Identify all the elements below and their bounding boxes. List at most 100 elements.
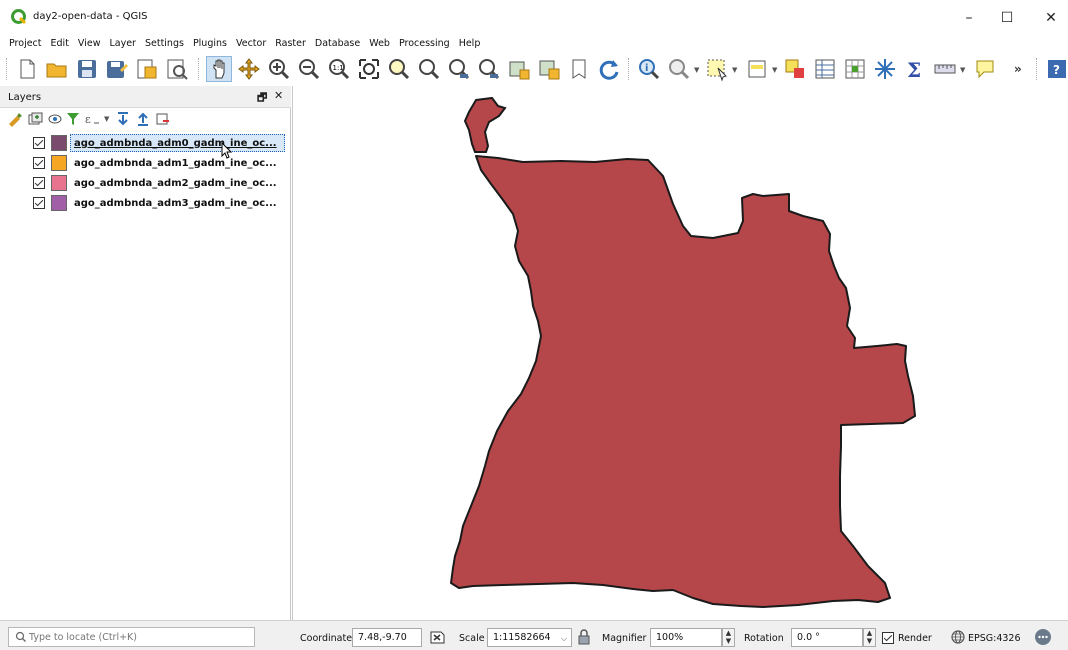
layer-row-adm0[interactable]: ago_admbnda_adm0_gadm_ine_oc...: [33, 134, 277, 152]
help-icon[interactable]: ?: [1044, 56, 1068, 82]
magnifier-field[interactable]: 100%: [650, 628, 722, 647]
open-attribute-table-icon[interactable]: [812, 56, 838, 82]
layer-visibility-checkbox[interactable]: [33, 137, 45, 149]
map-canvas[interactable]: [292, 86, 1068, 620]
layers-panel-header: Layers 🗗 ✕: [0, 86, 291, 108]
search-icon: [15, 631, 26, 642]
layer-name: ago_admbnda_adm3_gadm_ine_oc...: [74, 197, 277, 209]
menu-web[interactable]: Web: [369, 38, 390, 49]
layer-visibility-checkbox[interactable]: [33, 157, 45, 169]
collapse-all-icon[interactable]: [135, 111, 151, 127]
scale-field[interactable]: 1:11582664: [487, 628, 572, 647]
open-layer-styling-icon[interactable]: [7, 111, 23, 127]
menu-plugins[interactable]: Plugins: [193, 38, 227, 49]
select-features-icon[interactable]: [704, 56, 730, 82]
menu-vector[interactable]: Vector: [236, 38, 266, 49]
measure-line-icon[interactable]: [932, 56, 958, 82]
layer-symbol-swatch: [51, 135, 67, 151]
layer-visibility-checkbox[interactable]: [33, 197, 45, 209]
new-project-icon[interactable]: [14, 56, 40, 82]
select-by-value-icon[interactable]: [744, 56, 770, 82]
toolbar-overflow-icon[interactable]: »: [1014, 62, 1022, 76]
refresh-icon[interactable]: [596, 56, 622, 82]
rotation-field[interactable]: 0.0 °: [791, 628, 863, 647]
layers-toolbar: ε ▼: [0, 108, 291, 130]
map-tips-icon[interactable]: [972, 56, 998, 82]
menu-database[interactable]: Database: [315, 38, 360, 49]
rotation-spinner[interactable]: ▲ ▼: [863, 628, 876, 647]
pan-to-selection-icon[interactable]: [236, 56, 262, 82]
minimize-button[interactable]: –: [952, 6, 986, 30]
zoom-last-icon[interactable]: [446, 56, 472, 82]
menu-edit[interactable]: Edit: [51, 38, 69, 49]
layer-name: ago_admbnda_adm1_gadm_ine_oc...: [74, 157, 277, 169]
zoom-to-layer-icon[interactable]: [416, 56, 442, 82]
zoom-next-icon[interactable]: [476, 56, 502, 82]
zoom-full-icon[interactable]: [356, 56, 382, 82]
zoom-native-icon[interactable]: 1:1: [326, 56, 352, 82]
menu-help[interactable]: Help: [459, 38, 481, 49]
layer-row-adm1[interactable]: ago_admbnda_adm1_gadm_ine_oc...: [33, 154, 277, 172]
render-checkbox[interactable]: [882, 632, 894, 644]
new-bookmark-icon[interactable]: [566, 56, 592, 82]
remove-layer-icon[interactable]: [154, 111, 170, 127]
run-feature-action-icon[interactable]: [666, 56, 692, 82]
sum-icon[interactable]: Σ: [902, 56, 928, 82]
dropdown-arrow-icon[interactable]: ▼: [694, 66, 699, 74]
zoom-out-icon[interactable]: [296, 56, 322, 82]
new-print-layout-icon[interactable]: [134, 56, 160, 82]
locator-search-input[interactable]: [29, 630, 249, 644]
locator-bar[interactable]: [8, 627, 255, 647]
layout-manager-icon[interactable]: [164, 56, 190, 82]
new-map-view-icon[interactable]: [506, 56, 532, 82]
svg-text:?: ?: [1053, 63, 1060, 77]
lock-scale-icon[interactable]: [577, 629, 591, 645]
layer-row-adm2[interactable]: ago_admbnda_adm2_gadm_ine_oc...: [33, 174, 277, 192]
float-panel-icon[interactable]: 🗗: [257, 89, 267, 108]
identify-features-icon[interactable]: i: [636, 56, 662, 82]
expand-all-icon[interactable]: [115, 111, 131, 127]
messages-icon[interactable]: [1034, 628, 1052, 646]
zoom-in-icon[interactable]: [266, 56, 292, 82]
menu-layer[interactable]: Layer: [109, 38, 136, 49]
layer-row-adm3[interactable]: ago_admbnda_adm3_gadm_ine_oc...: [33, 194, 277, 212]
save-as-icon[interactable]: [104, 56, 130, 82]
toolbar-separator: [1036, 58, 1038, 80]
menu-project[interactable]: Project: [9, 38, 42, 49]
field-calculator-icon[interactable]: [872, 56, 898, 82]
zoom-to-selection-icon[interactable]: [386, 56, 412, 82]
layer-name: ago_admbnda_adm2_gadm_ine_oc...: [74, 177, 277, 189]
add-group-icon[interactable]: [27, 111, 43, 127]
save-project-icon[interactable]: [74, 56, 100, 82]
menu-processing[interactable]: Processing: [399, 38, 450, 49]
magnifier-spinner[interactable]: ▲ ▼: [722, 628, 735, 647]
crs-button[interactable]: EPSG:4326: [968, 633, 1021, 644]
close-button[interactable]: ✕: [1034, 6, 1068, 30]
statistical-summary-icon[interactable]: [842, 56, 868, 82]
coordinate-field[interactable]: 7.48,-9.70: [352, 628, 422, 647]
dropdown-arrow-icon[interactable]: ▼: [960, 66, 965, 74]
layer-symbol-swatch: [51, 195, 67, 211]
chevron-down-icon[interactable]: ⌵: [561, 634, 567, 644]
open-project-icon[interactable]: [44, 56, 70, 82]
filter-by-expression-icon[interactable]: ε: [84, 111, 100, 127]
close-panel-icon[interactable]: ✕: [274, 89, 283, 102]
deselect-features-icon[interactable]: [782, 56, 808, 82]
filter-legend-icon[interactable]: [65, 111, 81, 127]
menu-view[interactable]: View: [78, 38, 101, 49]
dropdown-arrow-icon[interactable]: ▼: [104, 115, 109, 123]
status-bar: Coordinate 7.48,-9.70 Scale 1:11582664 ⌵…: [0, 620, 1068, 650]
toggle-extents-icon[interactable]: [428, 629, 446, 645]
menu-raster[interactable]: Raster: [275, 38, 306, 49]
dropdown-arrow-icon[interactable]: ▼: [772, 66, 777, 74]
layer-visibility-checkbox[interactable]: [33, 177, 45, 189]
manage-map-themes-icon[interactable]: [47, 111, 63, 127]
pan-map-icon[interactable]: [206, 56, 232, 82]
dropdown-arrow-icon[interactable]: ▼: [732, 66, 737, 74]
new-3d-map-view-icon[interactable]: [536, 56, 562, 82]
maximize-button[interactable]: ☐: [990, 6, 1024, 30]
globe-icon[interactable]: [950, 629, 966, 645]
layers-panel-title: Layers: [8, 92, 42, 103]
menu-settings[interactable]: Settings: [145, 38, 184, 49]
angola-mainland-polygon: [450, 155, 916, 608]
